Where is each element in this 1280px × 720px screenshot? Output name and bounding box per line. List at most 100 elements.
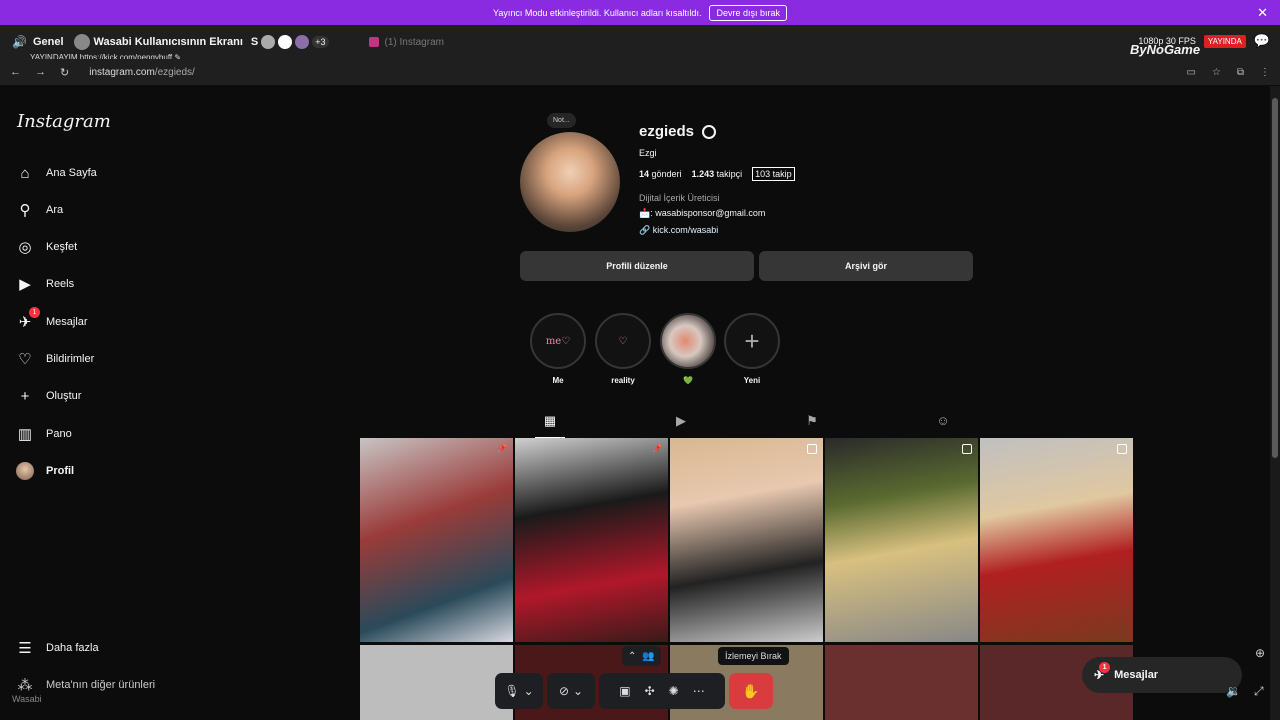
sidebar-item-notifications[interactable]: ♡ Bildirimler xyxy=(16,350,94,368)
sidebar-item-home[interactable]: ⌂ Ana Sayfa xyxy=(16,164,97,182)
highlight-label: Yeni xyxy=(743,376,761,385)
notification-badge: 1 xyxy=(29,307,40,318)
carousel-icon xyxy=(807,444,817,454)
sidebar-item-create[interactable]: + Oluştur xyxy=(16,387,82,405)
view-archive-button[interactable]: Arşivi gör xyxy=(759,251,973,281)
sidebar-item-messages[interactable]: ✈ 1 Mesajlar xyxy=(16,307,88,331)
sidebar-item-explore[interactable]: ◎ Keşfet xyxy=(16,238,77,256)
forward-icon[interactable]: → xyxy=(35,66,46,79)
notification-badge: 1 xyxy=(1099,662,1111,673)
note-bubble[interactable]: Not... xyxy=(547,113,576,128)
highlight-item[interactable]: 💚 xyxy=(659,313,717,385)
tab-tagged[interactable]: ☺ xyxy=(928,413,958,438)
sidebar-item-label: Bildirimler xyxy=(46,353,95,365)
sidebar-item-profile[interactable]: Profil xyxy=(16,462,74,480)
new-highlight[interactable]: + Yeni xyxy=(723,313,781,385)
username-text: ezgieds xyxy=(639,123,695,140)
category-label: Dijital İçerik Üreticisi xyxy=(639,193,720,203)
edit-profile-button[interactable]: Profili düzenle xyxy=(520,251,754,281)
back-icon[interactable]: ← xyxy=(10,66,21,79)
menu-icon[interactable]: ⋮ xyxy=(1260,67,1270,78)
activity-controls: ▣ ✣ ✺ ⋯ xyxy=(599,673,725,709)
compass-icon: ◎ xyxy=(18,239,32,256)
tab-saved[interactable]: ⚑ xyxy=(797,413,827,438)
address-bar: ← → ↻ instagram.com/ezgieds/ ▭ ☆ ⧉ ⋮ xyxy=(0,59,1280,85)
sidebar-item-label: Keşfet xyxy=(46,241,78,253)
highlight-cover: ♡ xyxy=(595,313,651,369)
sidebar-item-meta[interactable]: ⁂ Meta'nın diğer ürünleri xyxy=(16,676,156,694)
bio-email: 📩: wasabisponsor@gmail.com xyxy=(639,208,766,218)
post-thumbnail[interactable] xyxy=(360,645,513,720)
scrollbar[interactable] xyxy=(1270,86,1280,720)
instagram-favicon-icon xyxy=(368,37,379,47)
tab-posts[interactable]: ▦ xyxy=(535,413,565,438)
screen-share-icon[interactable]: ▣ xyxy=(619,684,630,698)
more-icon[interactable]: ⋯ xyxy=(693,684,705,698)
sidebar-item-reels[interactable]: ▶ Reels xyxy=(16,275,74,293)
followers-label: takipçi xyxy=(716,169,743,179)
sidebar-item-label: Profil xyxy=(46,465,75,477)
activities-icon[interactable]: ✣ xyxy=(645,684,655,698)
carousel-icon xyxy=(962,444,972,454)
highlight-item[interactable]: me♡ Me xyxy=(529,313,587,385)
username: ezgieds xyxy=(639,123,717,140)
messages-pill[interactable]: ✈ 1 Mesajlar xyxy=(1082,657,1242,693)
bio-link-text: kick.com/wasabi xyxy=(652,225,719,235)
speaker-icon[interactable]: 🔊 xyxy=(12,35,27,49)
url-path: /ezgieds/ xyxy=(154,66,195,78)
controls-expand[interactable]: ⌃ 👥 xyxy=(622,646,661,666)
sidebar-item-label: Reels xyxy=(46,278,75,290)
sidebar-item-label: Mesajlar xyxy=(46,316,88,328)
posts-count: 14 xyxy=(639,169,650,179)
call-controls: 🎙 ⌄ ⊘ ⌄ ▣ ✣ ✺ ⋯ ✋ xyxy=(495,673,777,709)
microphone-icon: 🎙 xyxy=(504,684,520,698)
fullscreen-icon[interactable]: ⤢ xyxy=(1254,684,1264,699)
reels-icon: ▶ xyxy=(676,413,686,428)
scrollbar-thumb[interactable] xyxy=(1272,98,1278,458)
bio-link[interactable]: 🔗 kick.com/wasabi xyxy=(639,225,718,236)
post-thumbnail[interactable] xyxy=(825,645,978,720)
post-thumbnail[interactable] xyxy=(825,438,978,642)
channel-name: Genel xyxy=(32,36,64,48)
posts-label: gönderi xyxy=(651,169,682,179)
soundboard-icon[interactable]: ✺ xyxy=(669,684,679,698)
sidebar-item-dashboard[interactable]: ▥ Pano xyxy=(16,425,72,443)
post-thumbnail[interactable] xyxy=(670,438,823,642)
sidebar-item-more[interactable]: ☰ Daha fazla xyxy=(16,639,98,657)
post-thumbnail[interactable]: 📌 xyxy=(360,438,513,642)
post-thumbnail[interactable]: 📌 xyxy=(515,438,668,642)
tagged-icon: ☺ xyxy=(936,413,950,428)
sidebar-item-label: Ana Sayfa xyxy=(46,167,97,179)
url-field[interactable]: instagram.com/ezgieds/ xyxy=(89,67,195,78)
star-icon[interactable]: ☆ xyxy=(1212,67,1221,78)
post-thumbnail[interactable] xyxy=(980,438,1133,642)
disable-streamer-mode-button[interactable]: Devre dışı bırak xyxy=(709,4,787,21)
brand-logo: ByNoGame xyxy=(1130,42,1201,57)
profile-stats: 14 gönderi 1.243 takipçi 103 takip xyxy=(639,167,795,181)
pin-icon: 📌 xyxy=(497,444,507,453)
settings-gear-icon[interactable] xyxy=(702,124,717,139)
heart-icon: ♡ xyxy=(18,351,32,368)
sidebar-item-label: Meta'nın diğer ürünleri xyxy=(46,679,156,691)
chat-icon[interactable]: 💬 xyxy=(1254,33,1270,49)
highlight-item[interactable]: ♡ reality xyxy=(594,313,652,385)
extensions-icon[interactable]: ⧉ xyxy=(1237,67,1244,78)
stop-watching-button[interactable]: ✋ xyxy=(729,673,773,709)
sidebar-item-label: Oluştur xyxy=(46,390,82,402)
zoom-icon[interactable]: ⊕ xyxy=(1255,646,1265,660)
followers-stat[interactable]: 1.243 takipçi xyxy=(692,169,743,179)
profile-avatar[interactable] xyxy=(520,132,620,232)
following-stat[interactable]: 103 takip xyxy=(752,167,795,181)
sidebar-item-search[interactable]: ⚲ Ara xyxy=(16,201,64,219)
mic-button[interactable]: 🎙 ⌄ xyxy=(495,673,543,709)
banner-text: Yayıncı Modu etkinleştirildi. Kullanıcı … xyxy=(493,7,702,18)
close-icon[interactable]: ✕ xyxy=(1257,5,1268,21)
reload-icon[interactable]: ↻ xyxy=(60,66,69,79)
browser-tab-instagram[interactable]: (1) Instagram xyxy=(368,37,444,48)
tab-reels[interactable]: ▶ xyxy=(666,413,696,438)
cast-icon[interactable]: ▭ xyxy=(1186,67,1195,78)
hamburger-icon: ☰ xyxy=(18,640,32,657)
volume-icon[interactable]: 🔉 xyxy=(1226,684,1241,698)
camera-button[interactable]: ⊘ ⌄ xyxy=(547,673,595,709)
instagram-logo[interactable]: Instagram xyxy=(17,111,111,132)
